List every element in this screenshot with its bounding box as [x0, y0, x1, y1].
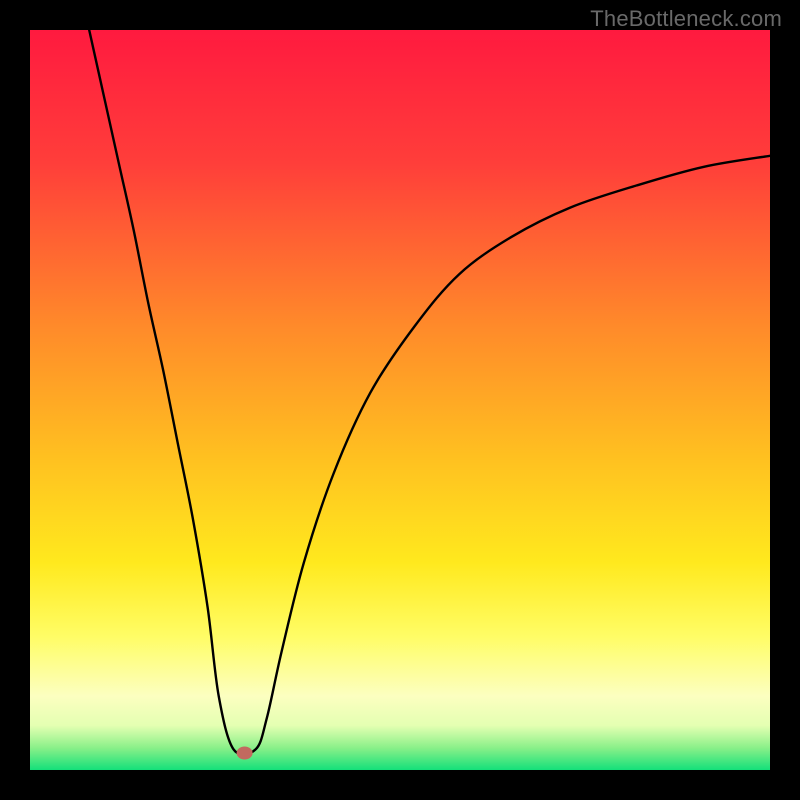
chart-frame: TheBottleneck.com — [0, 0, 800, 800]
minimum-marker — [237, 746, 253, 759]
plot-area — [30, 30, 770, 770]
watermark-text: TheBottleneck.com — [590, 6, 782, 32]
gradient-background — [30, 30, 770, 770]
chart-svg — [30, 30, 770, 770]
